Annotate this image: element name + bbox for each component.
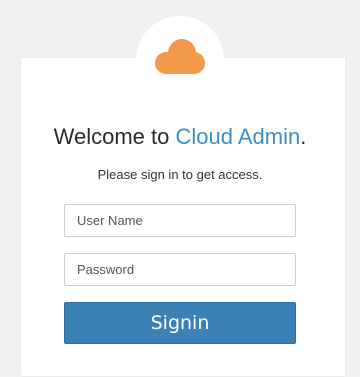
logo bbox=[136, 16, 224, 104]
signin-button[interactable]: Signin bbox=[64, 302, 296, 344]
username-input[interactable] bbox=[64, 204, 296, 237]
welcome-prefix: Welcome to bbox=[53, 124, 176, 149]
welcome-suffix: . bbox=[300, 124, 307, 149]
subtitle: Please sign in to get access. bbox=[97, 167, 263, 182]
password-input[interactable] bbox=[64, 253, 296, 286]
welcome-heading: Welcome to Cloud Admin. bbox=[0, 124, 360, 150]
cloud-icon bbox=[155, 39, 205, 74]
brand-name: Cloud Admin bbox=[175, 124, 301, 149]
